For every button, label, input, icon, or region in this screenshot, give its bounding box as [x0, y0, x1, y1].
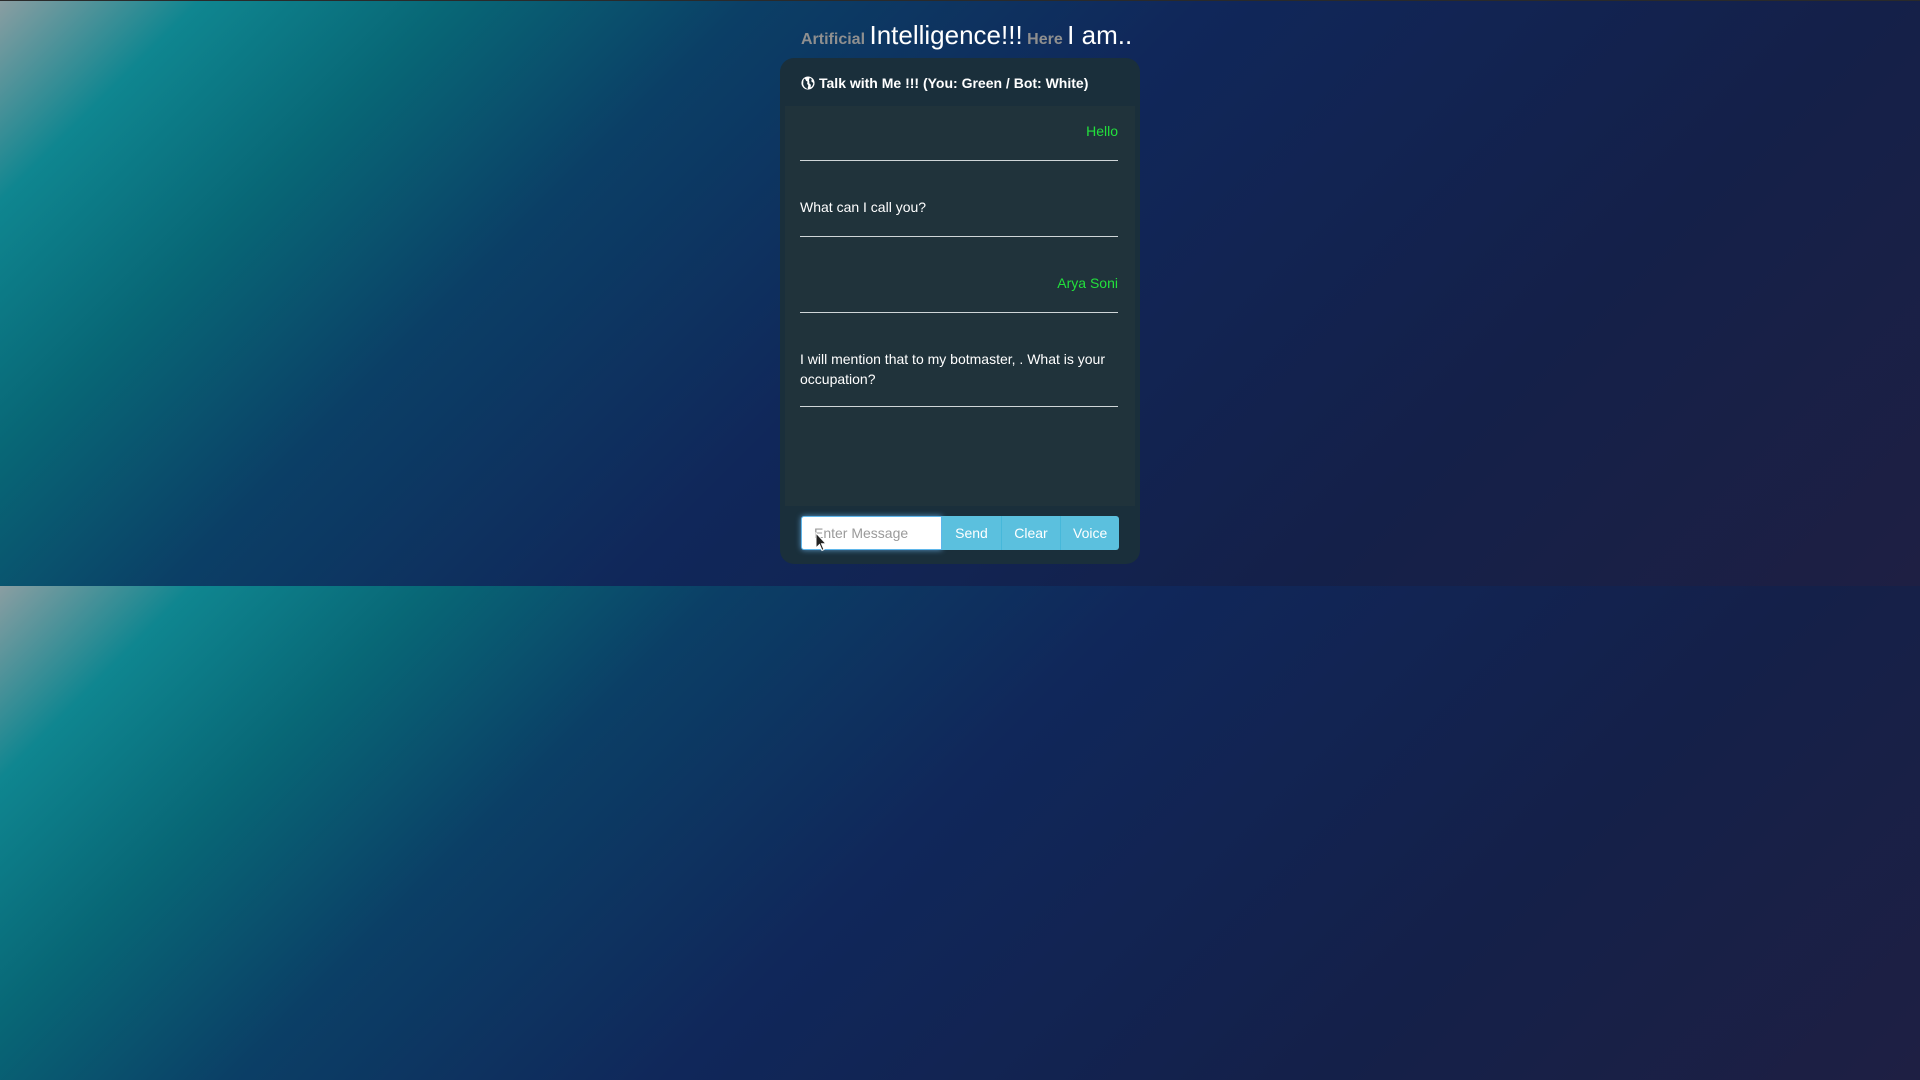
chat-panel: Talk with Me !!! (You: Green / Bot: Whit… — [780, 58, 1140, 564]
message-text: Hello — [1086, 123, 1118, 139]
message-user: Arya Soni — [800, 269, 1118, 313]
voice-button[interactable]: Voice — [1060, 516, 1119, 550]
message-user: Hello — [800, 117, 1118, 161]
heading-word-here: Here — [1027, 31, 1063, 48]
chat-panel-header: Talk with Me !!! (You: Green / Bot: Whit… — [801, 75, 1088, 91]
heading-word-artificial: Artificial — [801, 31, 866, 48]
chat-messages-area[interactable]: Hello What can I call you? Arya Soni I w… — [785, 106, 1135, 506]
background-bottom — [0, 586, 1920, 1080]
message-text: Arya Soni — [1057, 275, 1118, 291]
heading-word-i-am: I am.. — [1067, 20, 1133, 50]
chat-title: Talk with Me !!! (You: Green / Bot: Whit… — [819, 75, 1089, 91]
clear-button[interactable]: Clear — [1001, 516, 1060, 550]
mouse-cursor-icon — [815, 532, 827, 552]
page-heading: Artificial Intelligence!!! Here I am.. — [801, 20, 1132, 51]
send-button[interactable]: Send — [942, 516, 1001, 550]
message-input-bar: Send Clear Voice — [801, 516, 1119, 550]
globe-icon — [801, 76, 815, 90]
message-bot: What can I call you? — [800, 193, 1118, 237]
message-bot: I will mention that to my botmaster, . W… — [800, 345, 1118, 407]
message-text: I will mention that to my botmaster, . W… — [800, 351, 1105, 387]
message-text: What can I call you? — [800, 199, 927, 215]
heading-word-intelligence: Intelligence!!! — [869, 20, 1023, 50]
